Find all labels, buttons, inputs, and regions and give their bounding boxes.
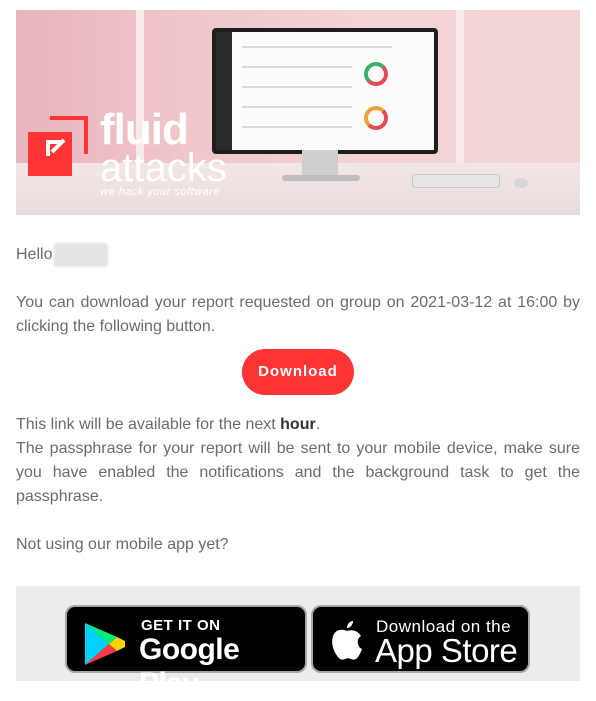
logo-word-attacks: attacks xyxy=(100,146,227,190)
passphrase-note: The passphrase for your report will be s… xyxy=(16,440,580,505)
app-store-big-text: App Store xyxy=(375,632,518,669)
top-spacer xyxy=(0,0,596,10)
google-play-icon xyxy=(85,623,125,665)
recipient-name-redacted xyxy=(54,243,109,267)
app-store-badge[interactable]: Download on the App Store xyxy=(311,605,530,673)
monitor-illustration xyxy=(212,28,438,154)
donut-chart-icon xyxy=(364,106,388,130)
logo-wordmark: fluid attacks we hack your software xyxy=(100,108,227,199)
availability-duration: hour xyxy=(280,416,316,433)
report-request-text: You can download your report requested o… xyxy=(16,294,580,335)
availability-text: This link will be available for the next… xyxy=(16,413,580,437)
google-play-badge[interactable]: GET IT ON Google Play xyxy=(65,605,307,700)
availability-prefix: This link will be available for the next xyxy=(16,416,276,433)
monitor-stand-base xyxy=(282,175,360,181)
keyboard-illustration xyxy=(412,174,500,188)
download-button[interactable]: Download xyxy=(242,349,354,395)
monitor-stand xyxy=(302,150,338,176)
header-banner-image: fluid attacks we hack your software xyxy=(16,10,580,215)
mobile-app-prompt: Not using our mobile app yet? xyxy=(16,536,229,553)
greeting-text: Hello xyxy=(16,246,53,263)
monitor-row xyxy=(242,106,352,108)
monitor-row xyxy=(242,66,352,68)
logo-tagline: we hack your software xyxy=(100,186,220,198)
google-play-big-text: Google Play xyxy=(139,633,240,700)
donut-chart-icon xyxy=(364,62,388,86)
monitor-row xyxy=(242,46,392,48)
mouse-illustration xyxy=(514,178,528,188)
greeting-line: Hello xyxy=(16,243,109,267)
monitor-row xyxy=(242,86,352,88)
window-frame xyxy=(456,10,464,170)
availability-suffix: . xyxy=(315,416,321,433)
fluid-attacks-logo-icon xyxy=(28,116,88,176)
google-play-small-text: GET IT ON xyxy=(141,617,221,634)
monitor-row xyxy=(242,126,352,128)
app-store-section: GET IT ON Google Play Download on the Ap… xyxy=(16,586,580,700)
apple-icon xyxy=(332,621,362,660)
